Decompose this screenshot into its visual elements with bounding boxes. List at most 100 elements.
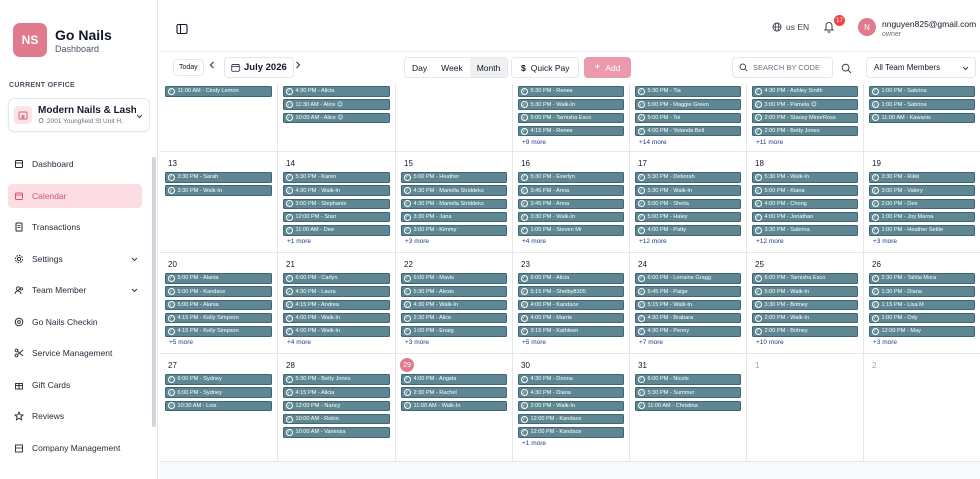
appointment-chip[interactable]: ✓ 5:00 PM - Alania bbox=[165, 273, 272, 284]
appointment-chip[interactable]: ✓ 5:00 PM - Maggie Green bbox=[635, 99, 741, 110]
calendar-day-cell[interactable]: ✓ 11:00 AM - Cindy Lemon bbox=[160, 84, 278, 151]
appointment-chip[interactable]: ✓ 11:30 AM - Alice 😊 bbox=[283, 99, 390, 110]
calendar-day-cell[interactable]: 29 ✓ 4:00 PM - Angela ✓ 2:30 PM - Rachel ✓ 11:… bbox=[396, 354, 513, 461]
appointment-chip[interactable]: ✓ 4:00 PM - Walk-In bbox=[283, 312, 390, 324]
team-member-select[interactable]: All Team Members bbox=[866, 57, 976, 78]
sidebar-item-go-nails-checkin[interactable]: Go Nails Checkin bbox=[8, 310, 142, 334]
appointment-chip[interactable]: ✓ 5:00 PM - Heather bbox=[401, 172, 507, 183]
chevron-right-icon[interactable] bbox=[295, 61, 301, 72]
sidebar-toggle-icon[interactable] bbox=[176, 22, 188, 35]
appointment-chip[interactable]: ✓ 5:00 PM - Kiana bbox=[752, 185, 858, 196]
appointment-chip[interactable]: ✓ 4:15 PM - Andrea bbox=[283, 299, 390, 311]
calendar-day-cell[interactable]: 2 bbox=[864, 354, 980, 461]
appointment-chip[interactable]: ✓ 10:00 AM - Alice 😊 bbox=[283, 112, 390, 124]
more-appointments-link[interactable]: +5 more bbox=[169, 339, 272, 346]
office-selector[interactable]: Modern Nails & Lash 2001 Youngfield St U… bbox=[8, 98, 150, 132]
calendar-day-cell[interactable]: 23 ✓ 6:00 PM - Alicia ✓ 5:15 PM - Shelby8305… bbox=[513, 253, 630, 353]
more-appointments-link[interactable]: +12 more bbox=[756, 238, 858, 245]
avatar[interactable]: N bbox=[858, 18, 876, 36]
appointment-chip[interactable]: ✓ 2:30 PM - Tahlia Mora bbox=[869, 273, 975, 284]
appointment-chip[interactable]: ✓ 2:00 PM - Britney bbox=[752, 326, 858, 337]
appointment-chip[interactable]: ✓ 5:30 PM - Renee bbox=[518, 86, 624, 97]
appointment-chip[interactable]: ✓ 4:15 PM - Alicia bbox=[283, 387, 390, 398]
appointment-chip[interactable]: ✓ 4:00 PM - Marrie bbox=[518, 312, 624, 324]
calendar-day-cell[interactable]: ✓ 4:30 PM - Alicia ✓ 11:30 AM - Alice 😊 ✓ 10:… bbox=[278, 84, 396, 151]
calendar-day-cell[interactable]: 17 ✓ 5:30 PM - Deborah ✓ 5:30 PM - Walk-In ✓ 5… bbox=[630, 152, 747, 252]
user-info[interactable]: nnguyen825@gmail.com owner bbox=[882, 19, 976, 38]
appointment-chip[interactable]: ✓ 6:00 PM - Sydney bbox=[165, 387, 272, 398]
calendar-day-cell[interactable]: 20 ✓ 5:00 PM - Alania ✓ 5:00 PM - Kandace ✓ 5:… bbox=[160, 253, 278, 353]
appointment-chip[interactable]: ✓ 1:00 PM - Joy Marna bbox=[869, 211, 975, 223]
appointment-chip[interactable]: ✓ 6:00 PM - Nicole bbox=[635, 374, 741, 385]
appointment-chip[interactable]: ✓ 4:30 PM - Diana bbox=[518, 387, 624, 398]
quick-pay-button[interactable]: $ Quick Pay bbox=[511, 57, 580, 78]
appointment-chip[interactable]: ✓ 3:30 PM - Rikki bbox=[869, 172, 975, 183]
appointment-chip[interactable]: ✓ 4:30 PM - Walk-In bbox=[283, 185, 390, 196]
more-appointments-link[interactable]: +3 more bbox=[405, 339, 507, 346]
appointment-chip[interactable]: ✓ 4:30 PM - Alicia bbox=[283, 86, 390, 97]
appointment-chip[interactable]: ✓ 10:30 AM - Lois bbox=[165, 400, 272, 412]
appointment-chip[interactable]: ✓ 5:30 PM - Karen bbox=[283, 172, 390, 183]
sidebar-item-calendar[interactable]: Calendar bbox=[8, 183, 142, 208]
appointment-chip[interactable]: ✓ 3:00 PM - Kimmy bbox=[401, 225, 507, 236]
appointment-chip[interactable]: ✓ 6:00 PM - Alicia bbox=[518, 273, 624, 284]
appointment-chip[interactable]: ✓ 3:30 PM - Walk-In bbox=[165, 185, 272, 196]
appointment-chip[interactable]: ✓ 4:30 PM - Donna bbox=[518, 374, 624, 385]
appointment-chip[interactable]: ✓ 4:30 PM - Mariella Striddeks bbox=[401, 198, 507, 210]
calendar-day-cell[interactable]: ✓ 5:30 PM - Tia ✓ 5:00 PM - Maggie Green ✓ 5:… bbox=[630, 84, 747, 151]
appointment-chip[interactable]: ✓ 1:15 PM - Lisa M bbox=[869, 299, 975, 311]
appointment-chip[interactable]: ✓ 3:00 PM - Stephanie bbox=[283, 198, 390, 210]
more-appointments-link[interactable]: +9 more bbox=[522, 139, 624, 146]
appointment-chip[interactable]: ✓ 1:00 PM - Sabrina bbox=[869, 99, 975, 110]
calendar-day-cell[interactable]: 27 ✓ 6:00 PM - Sydney ✓ 6:00 PM - Sydney ✓ 10:… bbox=[160, 354, 278, 461]
appointment-chip[interactable]: ✓ 4:00 PM - Angela bbox=[401, 374, 507, 385]
appointment-chip[interactable]: ✓ 5:30 PM - Summer bbox=[635, 387, 741, 398]
appointment-chip[interactable]: ✓ 5:15 PM - Walk-In bbox=[635, 299, 741, 311]
appointment-chip[interactable]: ✓ 6:00 PM - Tarnisha Esco bbox=[752, 273, 858, 284]
brand[interactable]: NS Go Nails Dashboard bbox=[13, 23, 112, 57]
appointment-chip[interactable]: ✓ 4:00 PM - Walk-In bbox=[283, 326, 390, 337]
appointment-chip[interactable]: ✓ 12:00 PM - May bbox=[869, 326, 975, 337]
appointment-chip[interactable]: ✓ 11:00 AM - Kawanis bbox=[869, 112, 975, 124]
appointment-chip[interactable]: ✓ 6:00 PM - Mavis bbox=[401, 273, 507, 284]
appointment-chip[interactable]: ✓ 4:00 PM - Yolanda Bell bbox=[635, 125, 741, 137]
sidebar-item-settings[interactable]: Settings bbox=[8, 247, 142, 271]
sidebar-item-reviews[interactable]: Reviews bbox=[8, 404, 142, 428]
add-button[interactable]: + Add bbox=[584, 57, 631, 78]
appointment-chip[interactable]: ✓ 3:00 PM - Pamela 😊 bbox=[752, 99, 858, 110]
appointment-chip[interactable]: ✓ 6:00 PM - Sydney bbox=[165, 374, 272, 385]
sidebar-scrollbar[interactable] bbox=[152, 157, 156, 427]
today-button[interactable]: Today bbox=[173, 59, 204, 76]
appointment-chip[interactable]: ✓ 2:30 PM - Alice bbox=[401, 312, 507, 324]
more-appointments-link[interactable]: +14 more bbox=[639, 139, 741, 146]
appointment-chip[interactable]: ✓ 5:30 PM - Tia bbox=[635, 86, 741, 97]
appointment-chip[interactable]: ✓ 5:30 PM - Deborah bbox=[635, 172, 741, 183]
appointment-chip[interactable]: ✓ 11:00 AM - Cindy Lemon bbox=[165, 86, 272, 97]
calendar-day-cell[interactable]: 13 ✓ 3:30 PM - Sarah ✓ 3:30 PM - Walk-In bbox=[160, 152, 278, 252]
calendar-day-cell[interactable]: 15 ✓ 5:00 PM - Heather ✓ 4:30 PM - Mariella … bbox=[396, 152, 513, 252]
appointment-chip[interactable]: ✓ 4:00 PM - Kandace bbox=[518, 299, 624, 311]
more-appointments-link[interactable]: +1 more bbox=[522, 440, 624, 447]
view-month-button[interactable]: Month bbox=[469, 58, 508, 77]
calendar-day-cell[interactable]: 22 ✓ 6:00 PM - Mavis ✓ 5:30 PM - Alexis ✓ 4:30… bbox=[396, 253, 513, 353]
search-input[interactable] bbox=[753, 63, 831, 72]
appointment-chip[interactable]: ✓ 4:00 PM - Jonathan bbox=[752, 211, 858, 223]
search-button-icon[interactable] bbox=[841, 61, 853, 74]
appointment-chip[interactable]: ✓ 5:30 PM - Walk-In bbox=[752, 172, 858, 183]
appointment-chip[interactable]: ✓ 3:30 PM - Sarah bbox=[165, 172, 272, 183]
calendar-day-cell[interactable]: 24 ✓ 6:00 PM - Lorraine Gragg ✓ 5:45 PM - Pa… bbox=[630, 253, 747, 353]
appointment-chip[interactable]: ✓ 2:00 PM - Stacey MinorRoss bbox=[752, 112, 858, 124]
appointment-chip[interactable]: ✓ 5:15 PM - Shelby8305 bbox=[518, 286, 624, 297]
appointment-chip[interactable]: ✓ 1:00 PM - Enaig bbox=[401, 326, 507, 337]
more-appointments-link[interactable]: +4 more bbox=[287, 339, 390, 346]
appointment-chip[interactable]: ✓ 5:00 PM - Sheila bbox=[635, 198, 741, 210]
appointment-chip[interactable]: ✓ 5:00 PM - Toi bbox=[635, 112, 741, 124]
language-selector[interactable]: us EN bbox=[772, 22, 809, 32]
calendar-day-cell[interactable]: 1 bbox=[747, 354, 864, 461]
sidebar-item-team-member[interactable]: Team Member bbox=[8, 278, 142, 302]
calendar-day-cell[interactable]: 19 ✓ 3:30 PM - Rikki ✓ 3:00 PM - Valery ✓ 2:00… bbox=[864, 152, 980, 252]
calendar-day-cell[interactable] bbox=[396, 84, 513, 151]
calendar-day-cell[interactable]: 14 ✓ 5:30 PM - Karen ✓ 4:30 PM - Walk-In ✓ 3:0… bbox=[278, 152, 396, 252]
appointment-chip[interactable]: ✓ 5:30 PM - Betty Jones bbox=[283, 374, 390, 385]
appointment-chip[interactable]: ✓ 5:00 PM - Kandace bbox=[165, 286, 272, 297]
